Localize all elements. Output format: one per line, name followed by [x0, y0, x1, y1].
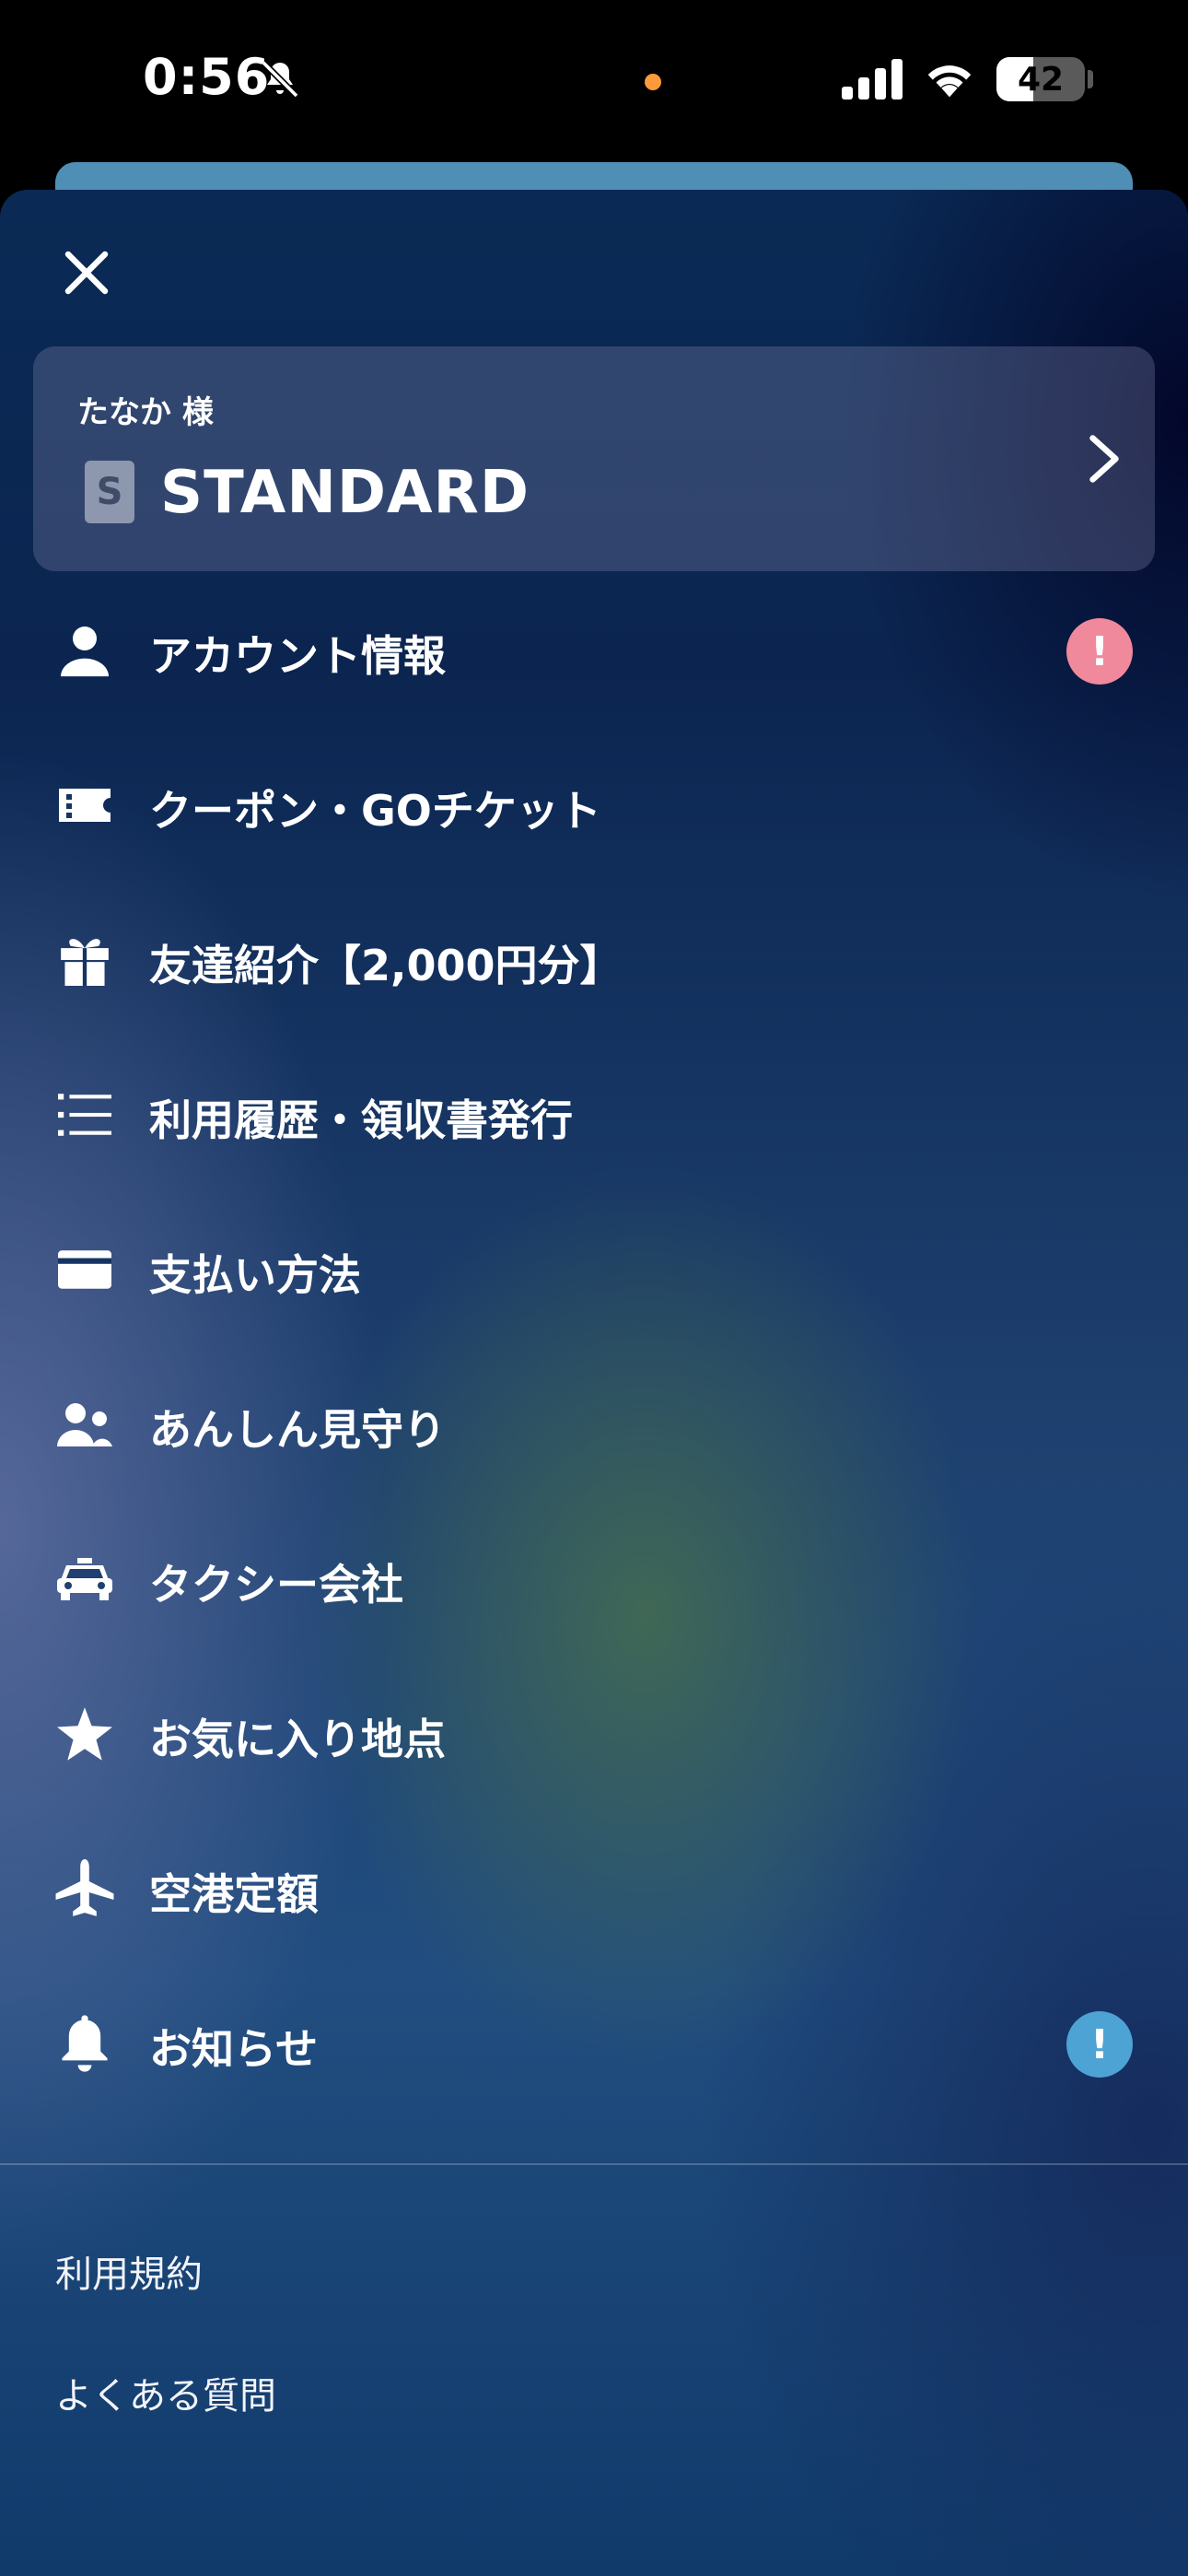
- cellular-signal-icon: [842, 59, 903, 100]
- bell-off-icon: [261, 60, 299, 99]
- menu-label: あんしん見守り: [149, 1405, 446, 1455]
- star-icon: [55, 1704, 114, 1763]
- menu-item-notifications[interactable]: お知らせ !: [0, 1988, 1188, 2099]
- camera-indicator-dot: [645, 74, 661, 90]
- menu-item-taxi-company[interactable]: タクシー会社: [0, 1524, 1188, 1634]
- faq-link[interactable]: よくある質問: [55, 2366, 276, 2419]
- menu-item-history[interactable]: 利用履歴・領収書発行: [0, 1060, 1188, 1170]
- menu-label: 利用履歴・領収書発行: [149, 1095, 573, 1145]
- menu-item-account[interactable]: アカウント情報 !: [0, 595, 1188, 706]
- menu-item-airport[interactable]: 空港定額: [0, 1833, 1188, 1944]
- person-icon: [55, 621, 114, 680]
- close-icon: [64, 251, 109, 295]
- menu-item-referral[interactable]: 友達紹介【2,000円分】: [0, 905, 1188, 1015]
- bell-icon: [55, 2014, 114, 2073]
- alert-badge: !: [1066, 2011, 1133, 2078]
- divider: [0, 2163, 1188, 2165]
- menu-label: 支払い方法: [149, 1250, 361, 1300]
- menu-label: タクシー会社: [149, 1560, 403, 1610]
- menu-item-watch[interactable]: あんしん見守り: [0, 1369, 1188, 1480]
- ticket-icon: [55, 776, 114, 835]
- member-rank: STANDARD: [160, 459, 530, 527]
- menu-label: お気に入り地点: [149, 1715, 446, 1764]
- menu-label: お知らせ: [149, 2024, 319, 2074]
- gift-icon: [55, 931, 114, 989]
- menu-label: 友達紹介【2,000円分】: [149, 941, 623, 990]
- battery-icon: 42: [996, 57, 1085, 101]
- member-card[interactable]: たなか 様 S STANDARD: [33, 346, 1155, 571]
- alert-badge: !: [1066, 618, 1133, 685]
- battery-tip: [1088, 70, 1093, 88]
- credit-card-icon: [55, 1240, 114, 1299]
- chevron-right-icon: [1089, 435, 1119, 483]
- people-icon: [55, 1395, 114, 1454]
- airplane-icon: [55, 1859, 114, 1918]
- member-name: たなか 様: [77, 394, 214, 431]
- menu-label: アカウント情報: [149, 631, 446, 681]
- terms-link[interactable]: 利用規約: [55, 2244, 203, 2298]
- menu-label: クーポン・GOチケット: [149, 786, 601, 836]
- battery-percent: 42: [1017, 60, 1065, 99]
- menu-item-coupon[interactable]: クーポン・GOチケット: [0, 750, 1188, 861]
- list-icon: [55, 1085, 114, 1144]
- status-time: 0:56: [143, 48, 271, 106]
- taxi-icon: [55, 1550, 114, 1609]
- close-button[interactable]: [53, 240, 120, 306]
- menu-item-favorites[interactable]: お気に入り地点: [0, 1679, 1188, 1789]
- status-bar: 0:56 42: [0, 0, 1188, 161]
- screen: 0:56 42 たなか 様 S STANDARD アカウント情報 ! クーポン・…: [0, 0, 1188, 2576]
- menu-item-payment[interactable]: 支払い方法: [0, 1214, 1188, 1325]
- rank-badge-icon: S: [85, 461, 134, 523]
- side-menu-drawer: たなか 様 S STANDARD アカウント情報 ! クーポン・GOチケット 友…: [0, 190, 1188, 2576]
- wifi-icon: [927, 65, 972, 98]
- menu-label: 空港定額: [149, 1869, 319, 1919]
